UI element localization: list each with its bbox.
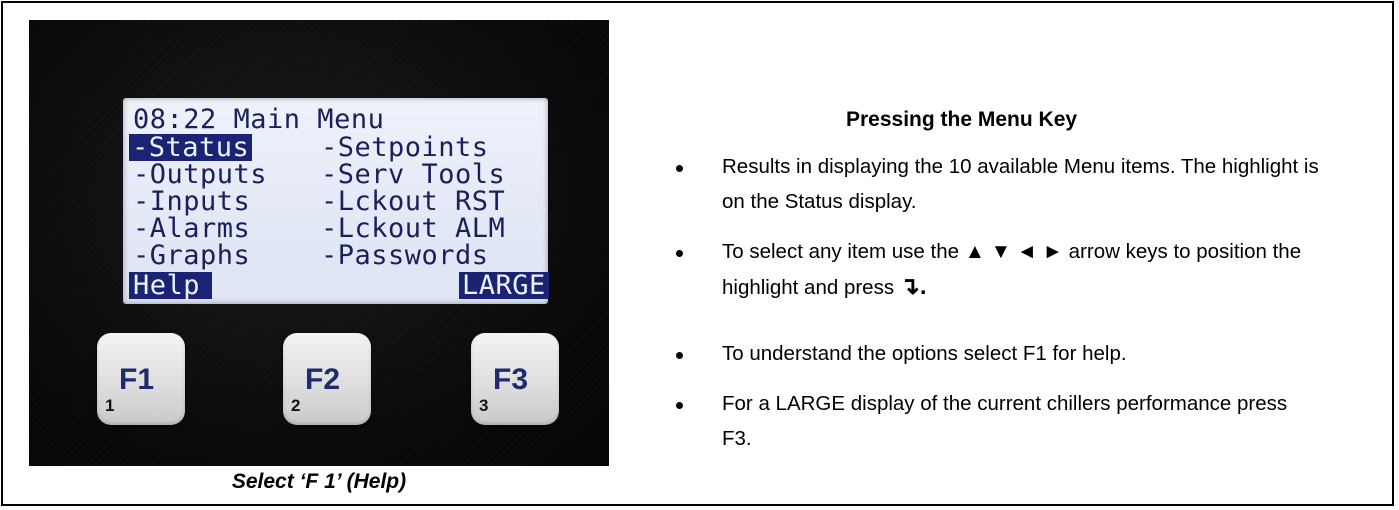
f2-key-label: F2: [305, 363, 341, 396]
bullet-icon: [676, 402, 683, 409]
menu-item-lckout-alm[interactable]: -Lckout ALM: [321, 215, 505, 242]
softkey-help[interactable]: Help: [129, 272, 213, 299]
f1-key[interactable]: F1 1: [97, 333, 185, 425]
menu-item-inputs[interactable]: -Inputs: [133, 188, 250, 215]
bullet-icon: [676, 352, 683, 359]
menu-item-serv-tools[interactable]: -Serv Tools: [321, 161, 505, 188]
menu-item-alarms[interactable]: -Alarms: [133, 215, 250, 242]
menu-item-status[interactable]: -Status: [129, 134, 253, 161]
instruction-item: To select any item use the ▲ ▼ ◄ ► arrow…: [676, 234, 1322, 305]
f2-key[interactable]: F2 2: [283, 333, 371, 425]
lcd-title: 08:22 Main Menu: [133, 104, 385, 135]
menu-item-lckout-rst[interactable]: -Lckout RST: [321, 188, 505, 215]
f1-key-label: F1: [119, 363, 155, 396]
instruction-text: Results in displaying the 10 available M…: [722, 155, 1319, 213]
image-caption: Select ‘F 1’ (Help): [231, 470, 407, 493]
menu-item-outputs[interactable]: -Outputs: [133, 161, 267, 188]
controller-photo: 08:22 Main Menu -Status -Outputs -Inputs…: [29, 20, 609, 466]
softkey-large[interactable]: LARGE: [459, 272, 549, 299]
bullet-icon: [676, 250, 683, 257]
enter-key-icon: ↴.: [899, 273, 927, 300]
instruction-item: For a LARGE display of the current chill…: [676, 386, 1322, 456]
f3-key[interactable]: F3 3: [471, 333, 559, 425]
f3-key-label: F3: [493, 363, 529, 396]
instruction-text: To select any item use the ▲ ▼ ◄ ► arrow…: [722, 240, 1302, 299]
f1-key-number: 1: [105, 396, 115, 415]
instruction-text: For a LARGE display of the current chill…: [722, 392, 1288, 450]
f3-key-number: 3: [479, 396, 489, 415]
menu-item-graphs[interactable]: -Graphs: [133, 242, 250, 269]
lcd-screen: 08:22 Main Menu -Status -Outputs -Inputs…: [123, 98, 549, 304]
section-heading: Pressing the Menu Key: [846, 108, 1078, 131]
menu-item-setpoints[interactable]: -Setpoints: [321, 134, 489, 161]
f2-key-number: 2: [291, 396, 301, 415]
instruction-item: To understand the options select F1 for …: [676, 336, 1322, 371]
bullet-icon: [676, 165, 683, 172]
instruction-item: Results in displaying the 10 available M…: [676, 149, 1322, 219]
menu-item-passwords[interactable]: -Passwords: [321, 242, 489, 269]
instruction-text: To understand the options select F1 for …: [722, 342, 1127, 365]
